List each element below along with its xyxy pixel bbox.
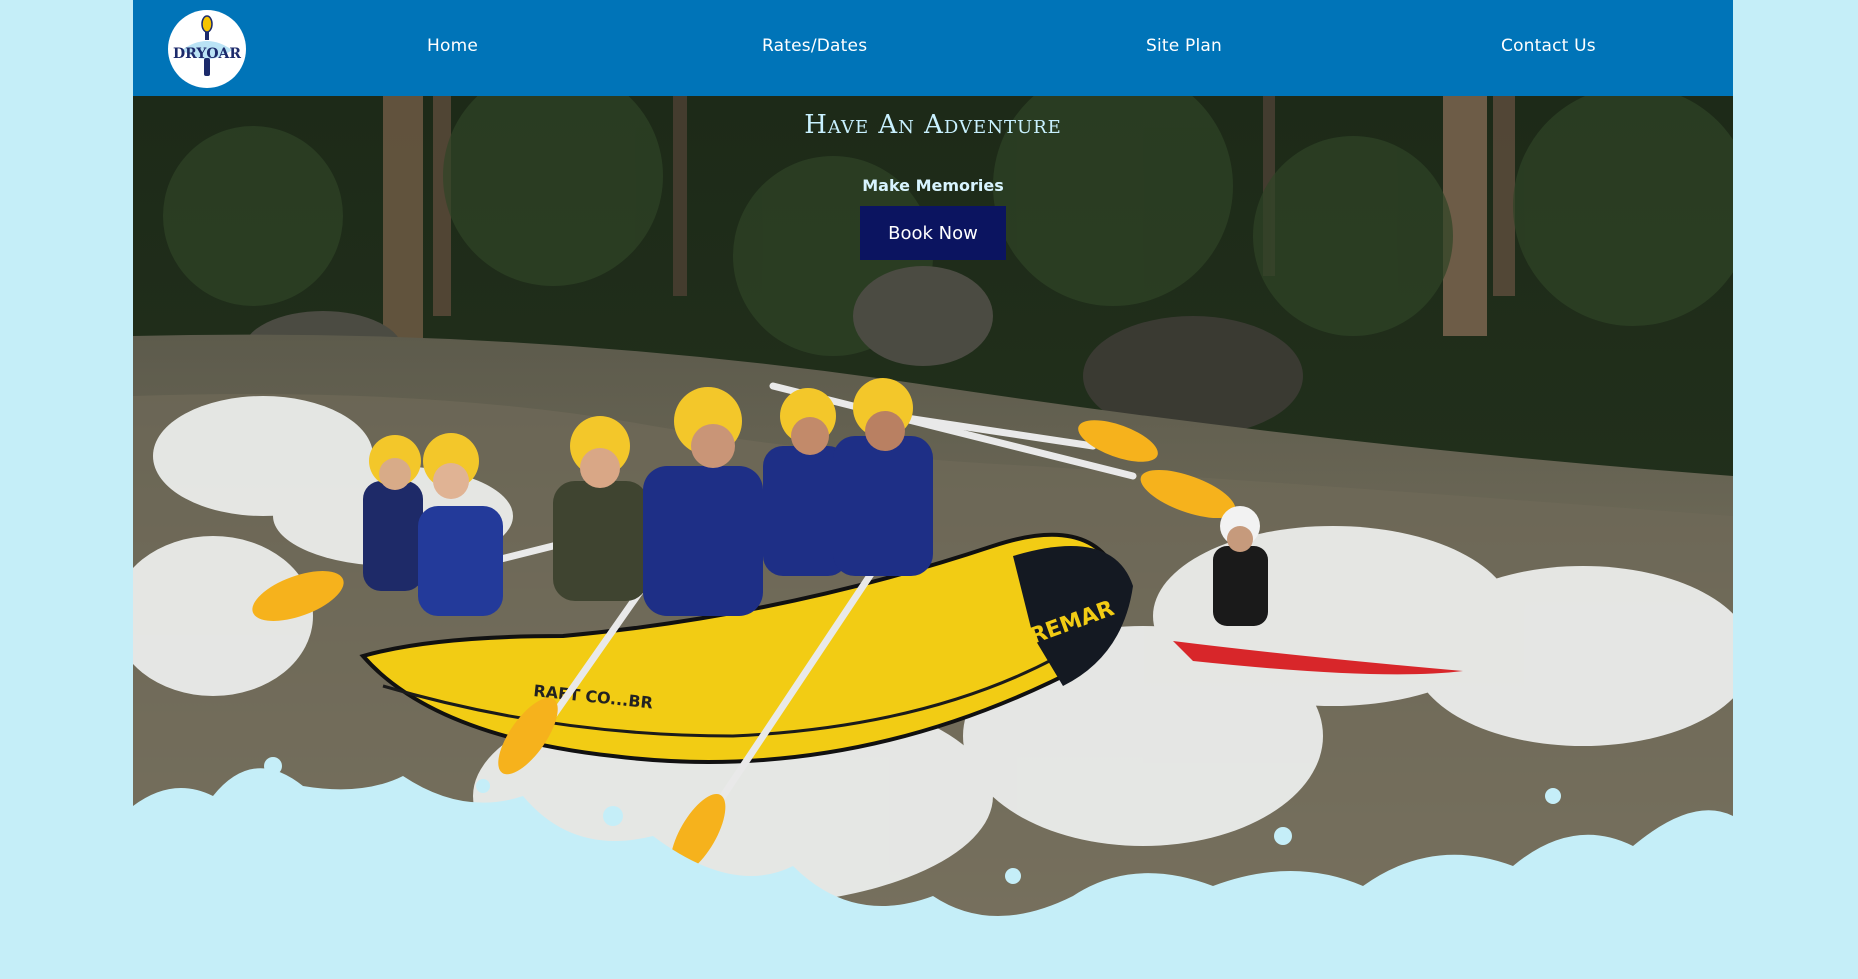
hero-title: Have An Adventure xyxy=(804,110,1062,140)
nav-contact-us[interactable]: Contact Us xyxy=(1501,36,1596,56)
page: DRYOAR Home Rates/Dates Site Plan Contac… xyxy=(0,0,1858,979)
logo-text: DRYOAR xyxy=(173,46,241,62)
oar-logo-icon: DRYOAR xyxy=(170,12,244,86)
nav-home[interactable]: Home xyxy=(427,36,478,56)
nav-site-plan[interactable]: Site Plan xyxy=(1146,36,1222,56)
top-navbar: DRYOAR Home Rates/Dates Site Plan Contac… xyxy=(133,0,1733,96)
hero-subtitle: Make Memories xyxy=(862,176,1004,195)
site-frame: DRYOAR Home Rates/Dates Site Plan Contac… xyxy=(133,0,1733,979)
book-now-button[interactable]: Book Now xyxy=(860,206,1006,260)
hero-section: REMAR RAFT CO...BR Have An Adventure Mak… xyxy=(133,96,1733,979)
dryoar-logo[interactable]: DRYOAR xyxy=(168,10,246,88)
rafter-1 xyxy=(363,435,423,591)
nav-rates-dates[interactable]: Rates/Dates xyxy=(762,36,867,56)
